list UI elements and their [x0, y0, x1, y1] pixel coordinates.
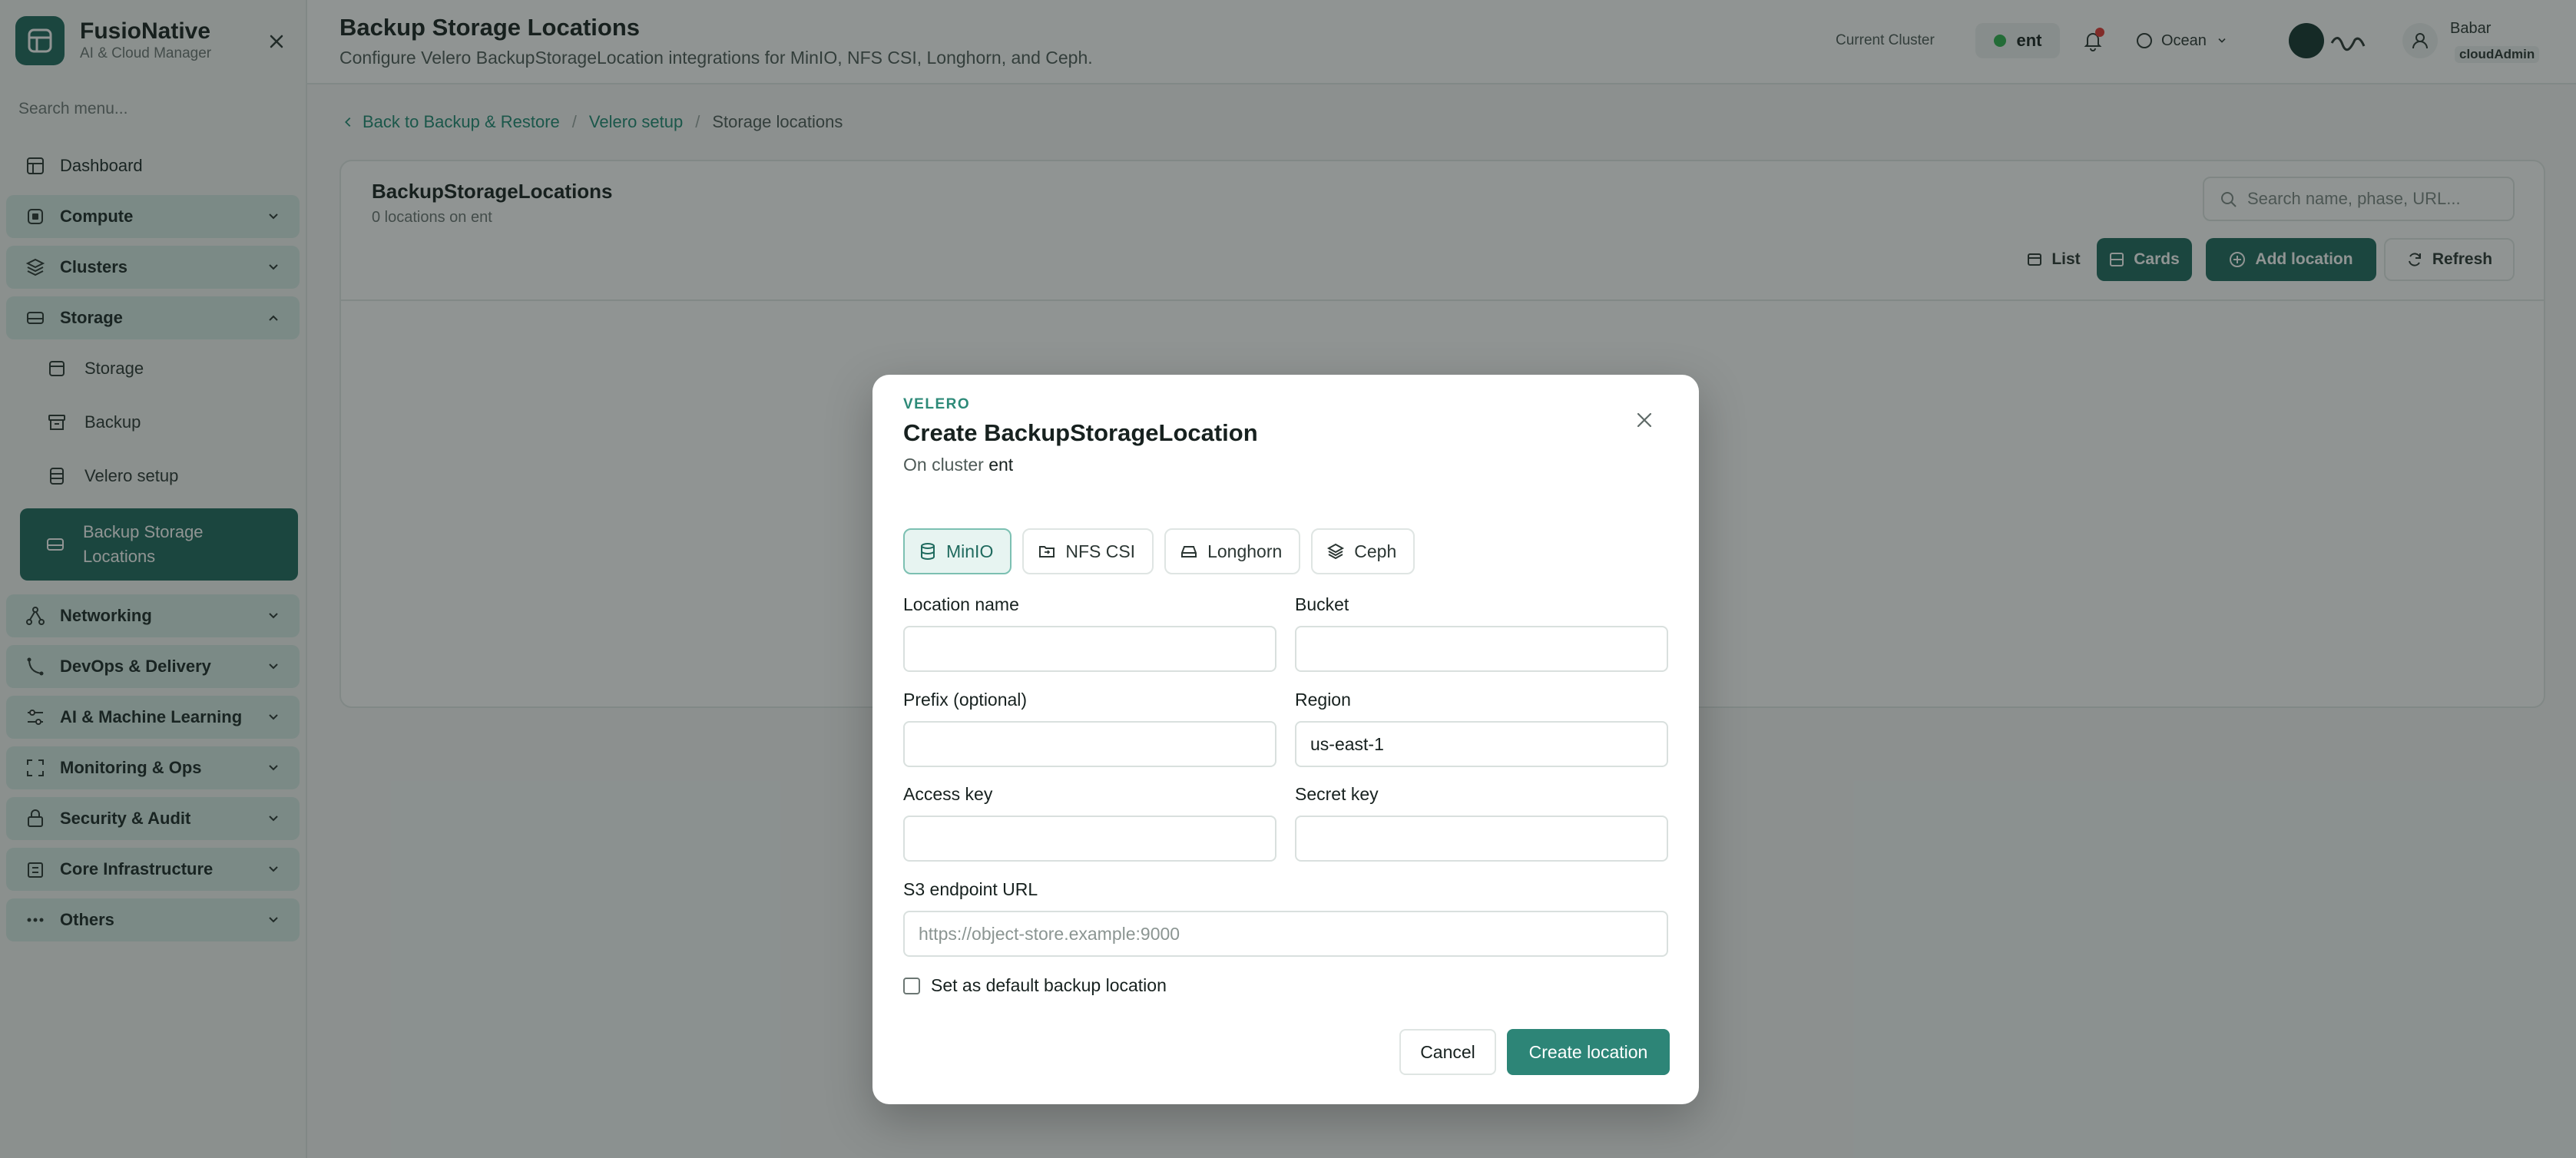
region-input[interactable]: us-east-1 — [1295, 721, 1668, 767]
prefix-field: Prefix (optional) — [903, 690, 1276, 767]
access-key-input[interactable] — [903, 816, 1276, 862]
modal-close-button[interactable] — [1628, 404, 1660, 436]
default-location-label: Set as default backup location — [931, 975, 1167, 995]
s3-url-input[interactable]: https://object-store.example:9000 — [903, 911, 1668, 957]
field-label: S3 endpoint URL — [903, 879, 1038, 899]
bucket-field: Bucket — [1295, 594, 1668, 672]
tab-nfs-csi[interactable]: NFS CSI — [1022, 528, 1154, 574]
close-icon — [1637, 412, 1652, 428]
default-location-checkbox[interactable] — [903, 977, 920, 994]
modal-subtitle-prefix: On cluster — [903, 455, 984, 475]
create-location-modal: VELERO Create BackupStorageLocation On c… — [872, 375, 1699, 1104]
tab-label: Ceph — [1354, 541, 1397, 561]
provider-tabs: MinIO NFS CSI Longhorn Ceph — [903, 528, 1425, 574]
prefix-input[interactable] — [903, 721, 1276, 767]
hard-drive-icon — [1180, 542, 1198, 561]
create-location-button[interactable]: Create location — [1507, 1029, 1670, 1075]
default-location-option[interactable]: Set as default backup location — [903, 975, 1167, 996]
modal-kicker: VELERO — [903, 396, 971, 412]
s3-url-field: S3 endpoint URL https://object-store.exa… — [903, 879, 1668, 957]
tab-label: Longhorn — [1207, 541, 1283, 561]
tab-minio[interactable]: MinIO — [903, 528, 1012, 574]
field-label: Access key — [903, 784, 993, 804]
cancel-button[interactable]: Cancel — [1399, 1029, 1496, 1075]
database-icon — [919, 542, 937, 561]
modal-subtitle: On cluster ent — [903, 455, 1013, 475]
secret-key-field: Secret key — [1295, 784, 1668, 862]
location-name-field: Location name — [903, 594, 1276, 672]
tab-longhorn[interactable]: Longhorn — [1164, 528, 1301, 574]
field-label: Location name — [903, 594, 1019, 614]
tab-label: NFS CSI — [1065, 541, 1136, 561]
bucket-input[interactable] — [1295, 626, 1668, 672]
field-label: Prefix (optional) — [903, 690, 1028, 710]
region-field: Region us-east-1 — [1295, 690, 1668, 767]
access-key-field: Access key — [903, 784, 1276, 862]
location-name-input[interactable] — [903, 626, 1276, 672]
field-label: Secret key — [1295, 784, 1379, 804]
field-label: Region — [1295, 690, 1351, 710]
secret-key-input[interactable] — [1295, 816, 1668, 862]
field-label: Bucket — [1295, 594, 1349, 614]
tab-label: MinIO — [946, 541, 994, 561]
tab-ceph[interactable]: Ceph — [1311, 528, 1415, 574]
modal-cluster-name: ent — [988, 455, 1014, 475]
folder-sync-icon — [1038, 542, 1056, 561]
layers-icon — [1326, 542, 1345, 561]
modal-title: Create BackupStorageLocation — [903, 419, 1258, 446]
